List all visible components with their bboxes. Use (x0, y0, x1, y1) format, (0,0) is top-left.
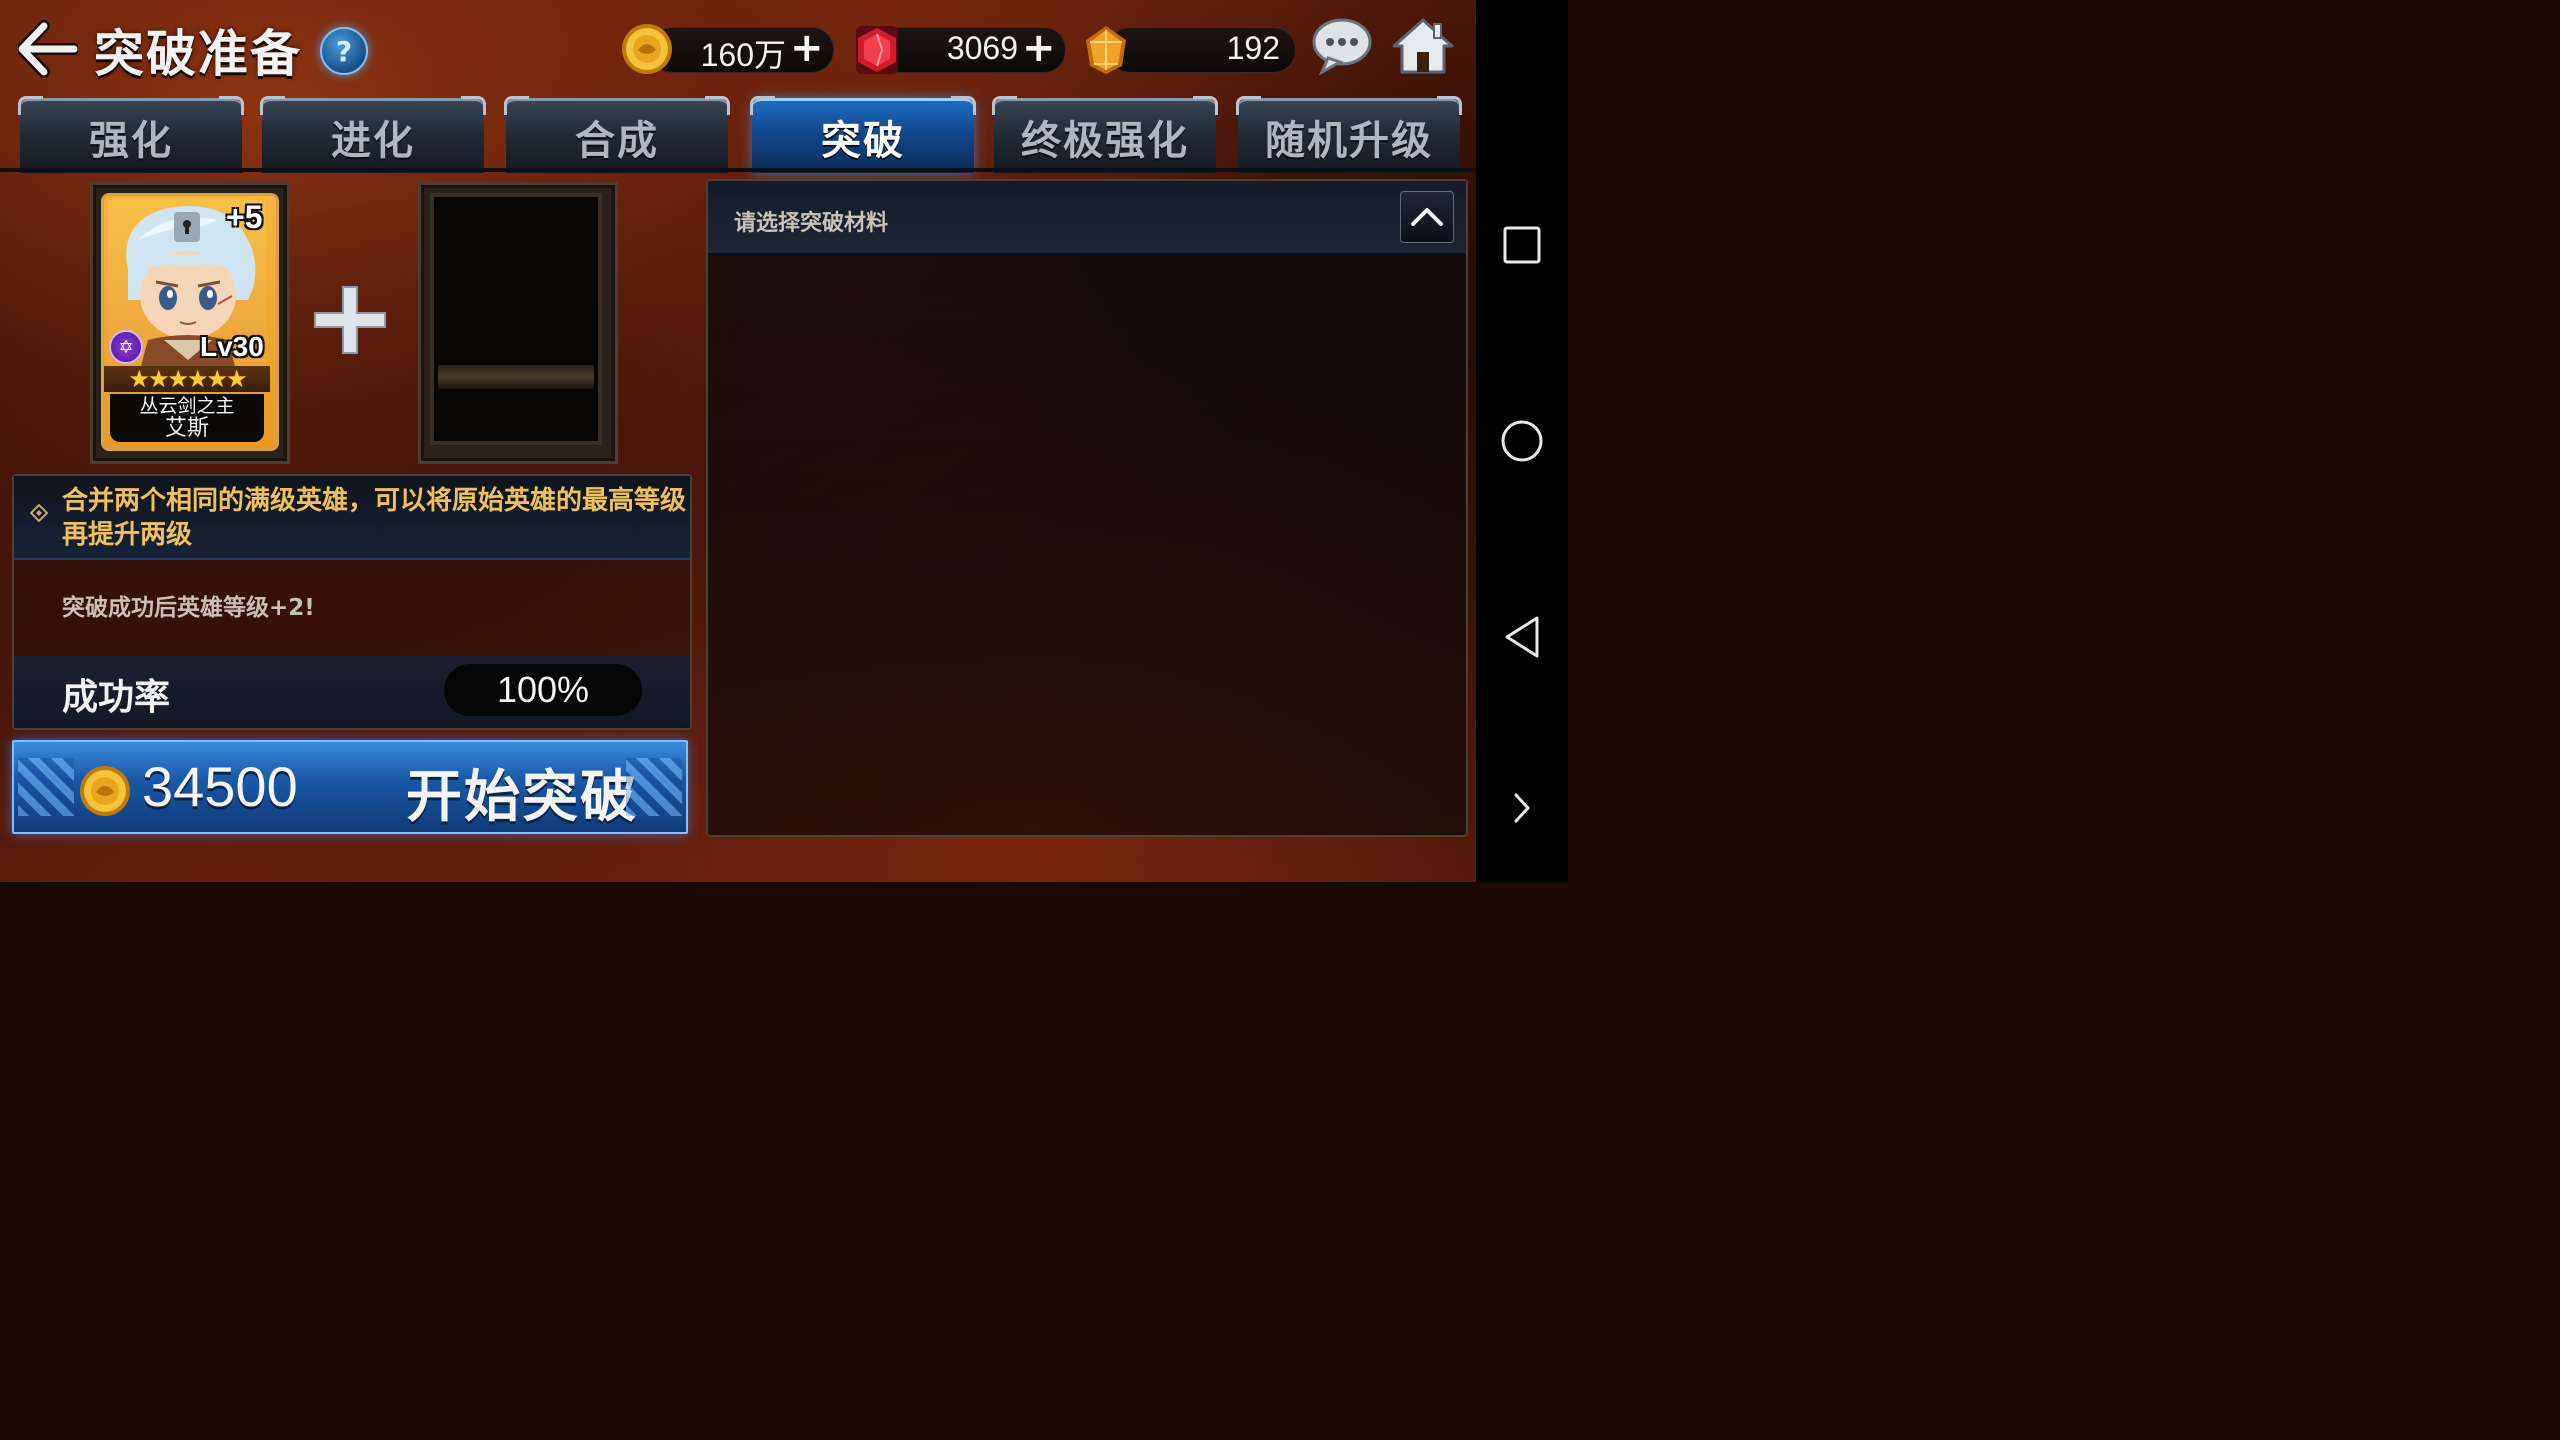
success-rate-row: 成功率 100% (14, 656, 690, 728)
hero-name: 艾斯 (164, 416, 209, 441)
hero-title: 丛云剑之主 (139, 395, 235, 417)
start-label: 开始突破 (406, 765, 638, 830)
info-header: 合并两个相同的满级英雄，可以将原始英雄的最高等级再提升两级 (14, 476, 690, 560)
info-description: 合并两个相同的满级英雄，可以将原始英雄的最高等级再提升两级 (62, 486, 687, 550)
gold-add-button[interactable]: + (790, 28, 824, 68)
tab-divider (0, 168, 1476, 172)
breakthrough-info-panel: 合并两个相同的满级英雄，可以将原始英雄的最高等级再提升两级 突破成功后英雄等级+… (12, 474, 692, 730)
material-hint: 请选择突破材料 (734, 211, 889, 236)
tab-ultimate-enhance[interactable]: 终极强化 (992, 96, 1218, 173)
ruby-add-button[interactable]: + (1022, 28, 1056, 68)
diamond-bullet-icon (30, 504, 48, 522)
start-cost: 34500 (142, 755, 298, 818)
tab-breakthrough[interactable]: 突破 (750, 96, 976, 173)
system-navigation-bar (1476, 0, 1568, 882)
hero-class-icon: ✡ (109, 330, 143, 364)
help-button[interactable]: ? (320, 27, 368, 75)
home-nav-button[interactable] (1476, 416, 1568, 466)
help-icon: ? (335, 34, 353, 68)
ruby-value: 3069 (946, 30, 1018, 66)
collapse-button[interactable] (1400, 191, 1454, 243)
gold-coin-icon (80, 766, 130, 816)
hero-card[interactable]: +5 ✡ Lv30 ★★★★★★ 丛云剑之主 艾斯 (101, 193, 279, 451)
material-header: 请选择突破材料 (708, 181, 1466, 255)
page-title: 突破准备 (94, 25, 302, 83)
tab-label: 强化 (89, 118, 173, 164)
gold-coin-icon (620, 22, 674, 80)
square-icon (1503, 226, 1541, 264)
start-breakthrough-button[interactable]: 34500 开始突破 (12, 740, 688, 834)
info-note: 突破成功后英雄等级+2! (62, 595, 315, 621)
crystal-value: 192 (1226, 30, 1280, 66)
recent-apps-button[interactable] (1476, 222, 1568, 268)
tab-label: 终极强化 (1021, 118, 1189, 164)
crystal-icon (1078, 22, 1134, 82)
tab-label: 合成 (575, 118, 659, 164)
home-icon (1392, 18, 1454, 74)
tab-label: 随机升级 (1265, 118, 1433, 164)
tab-random-upgrade[interactable]: 随机升级 (1236, 96, 1462, 173)
gold-value: 160万 (700, 37, 786, 73)
ruby-gem-icon (852, 24, 902, 80)
circle-icon (1501, 420, 1543, 462)
hero-bonus: +5 (226, 199, 263, 235)
triangle-back-icon (1505, 616, 1539, 658)
back-nav-button[interactable] (1476, 612, 1568, 662)
tab-label: 进化 (331, 118, 415, 164)
game-screen: 突破准备 ? 160万 + 3069 + 192 强化 进化 合成 突破 终极强… (0, 0, 1476, 882)
tab-evolve[interactable]: 进化 (260, 96, 486, 173)
back-arrow-icon (16, 20, 80, 78)
tab-synthesize[interactable]: 合成 (504, 96, 730, 173)
chevron-right-icon (1514, 793, 1530, 823)
plus-icon (314, 286, 386, 354)
success-rate-value: 100% (444, 664, 642, 716)
hero-stars: ★★★★★★ (104, 366, 270, 392)
expand-nav-button[interactable] (1476, 788, 1568, 828)
hero-level: Lv30 (200, 331, 264, 362)
material-slot-empty[interactable] (430, 193, 602, 445)
back-button[interactable] (16, 20, 80, 78)
chevron-up-icon (1411, 208, 1443, 226)
chat-button[interactable] (1310, 16, 1374, 76)
hero-name-box: 丛云剑之主 艾斯 (110, 394, 264, 442)
chat-bubble-icon (1312, 18, 1372, 76)
home-button[interactable] (1390, 16, 1456, 76)
material-selection-panel: 请选择突破材料 (706, 179, 1468, 837)
slot-shelf (438, 365, 594, 389)
success-rate-label: 成功率 (62, 677, 171, 718)
tab-enhance[interactable]: 强化 (18, 96, 244, 173)
tab-label: 突破 (821, 118, 905, 164)
